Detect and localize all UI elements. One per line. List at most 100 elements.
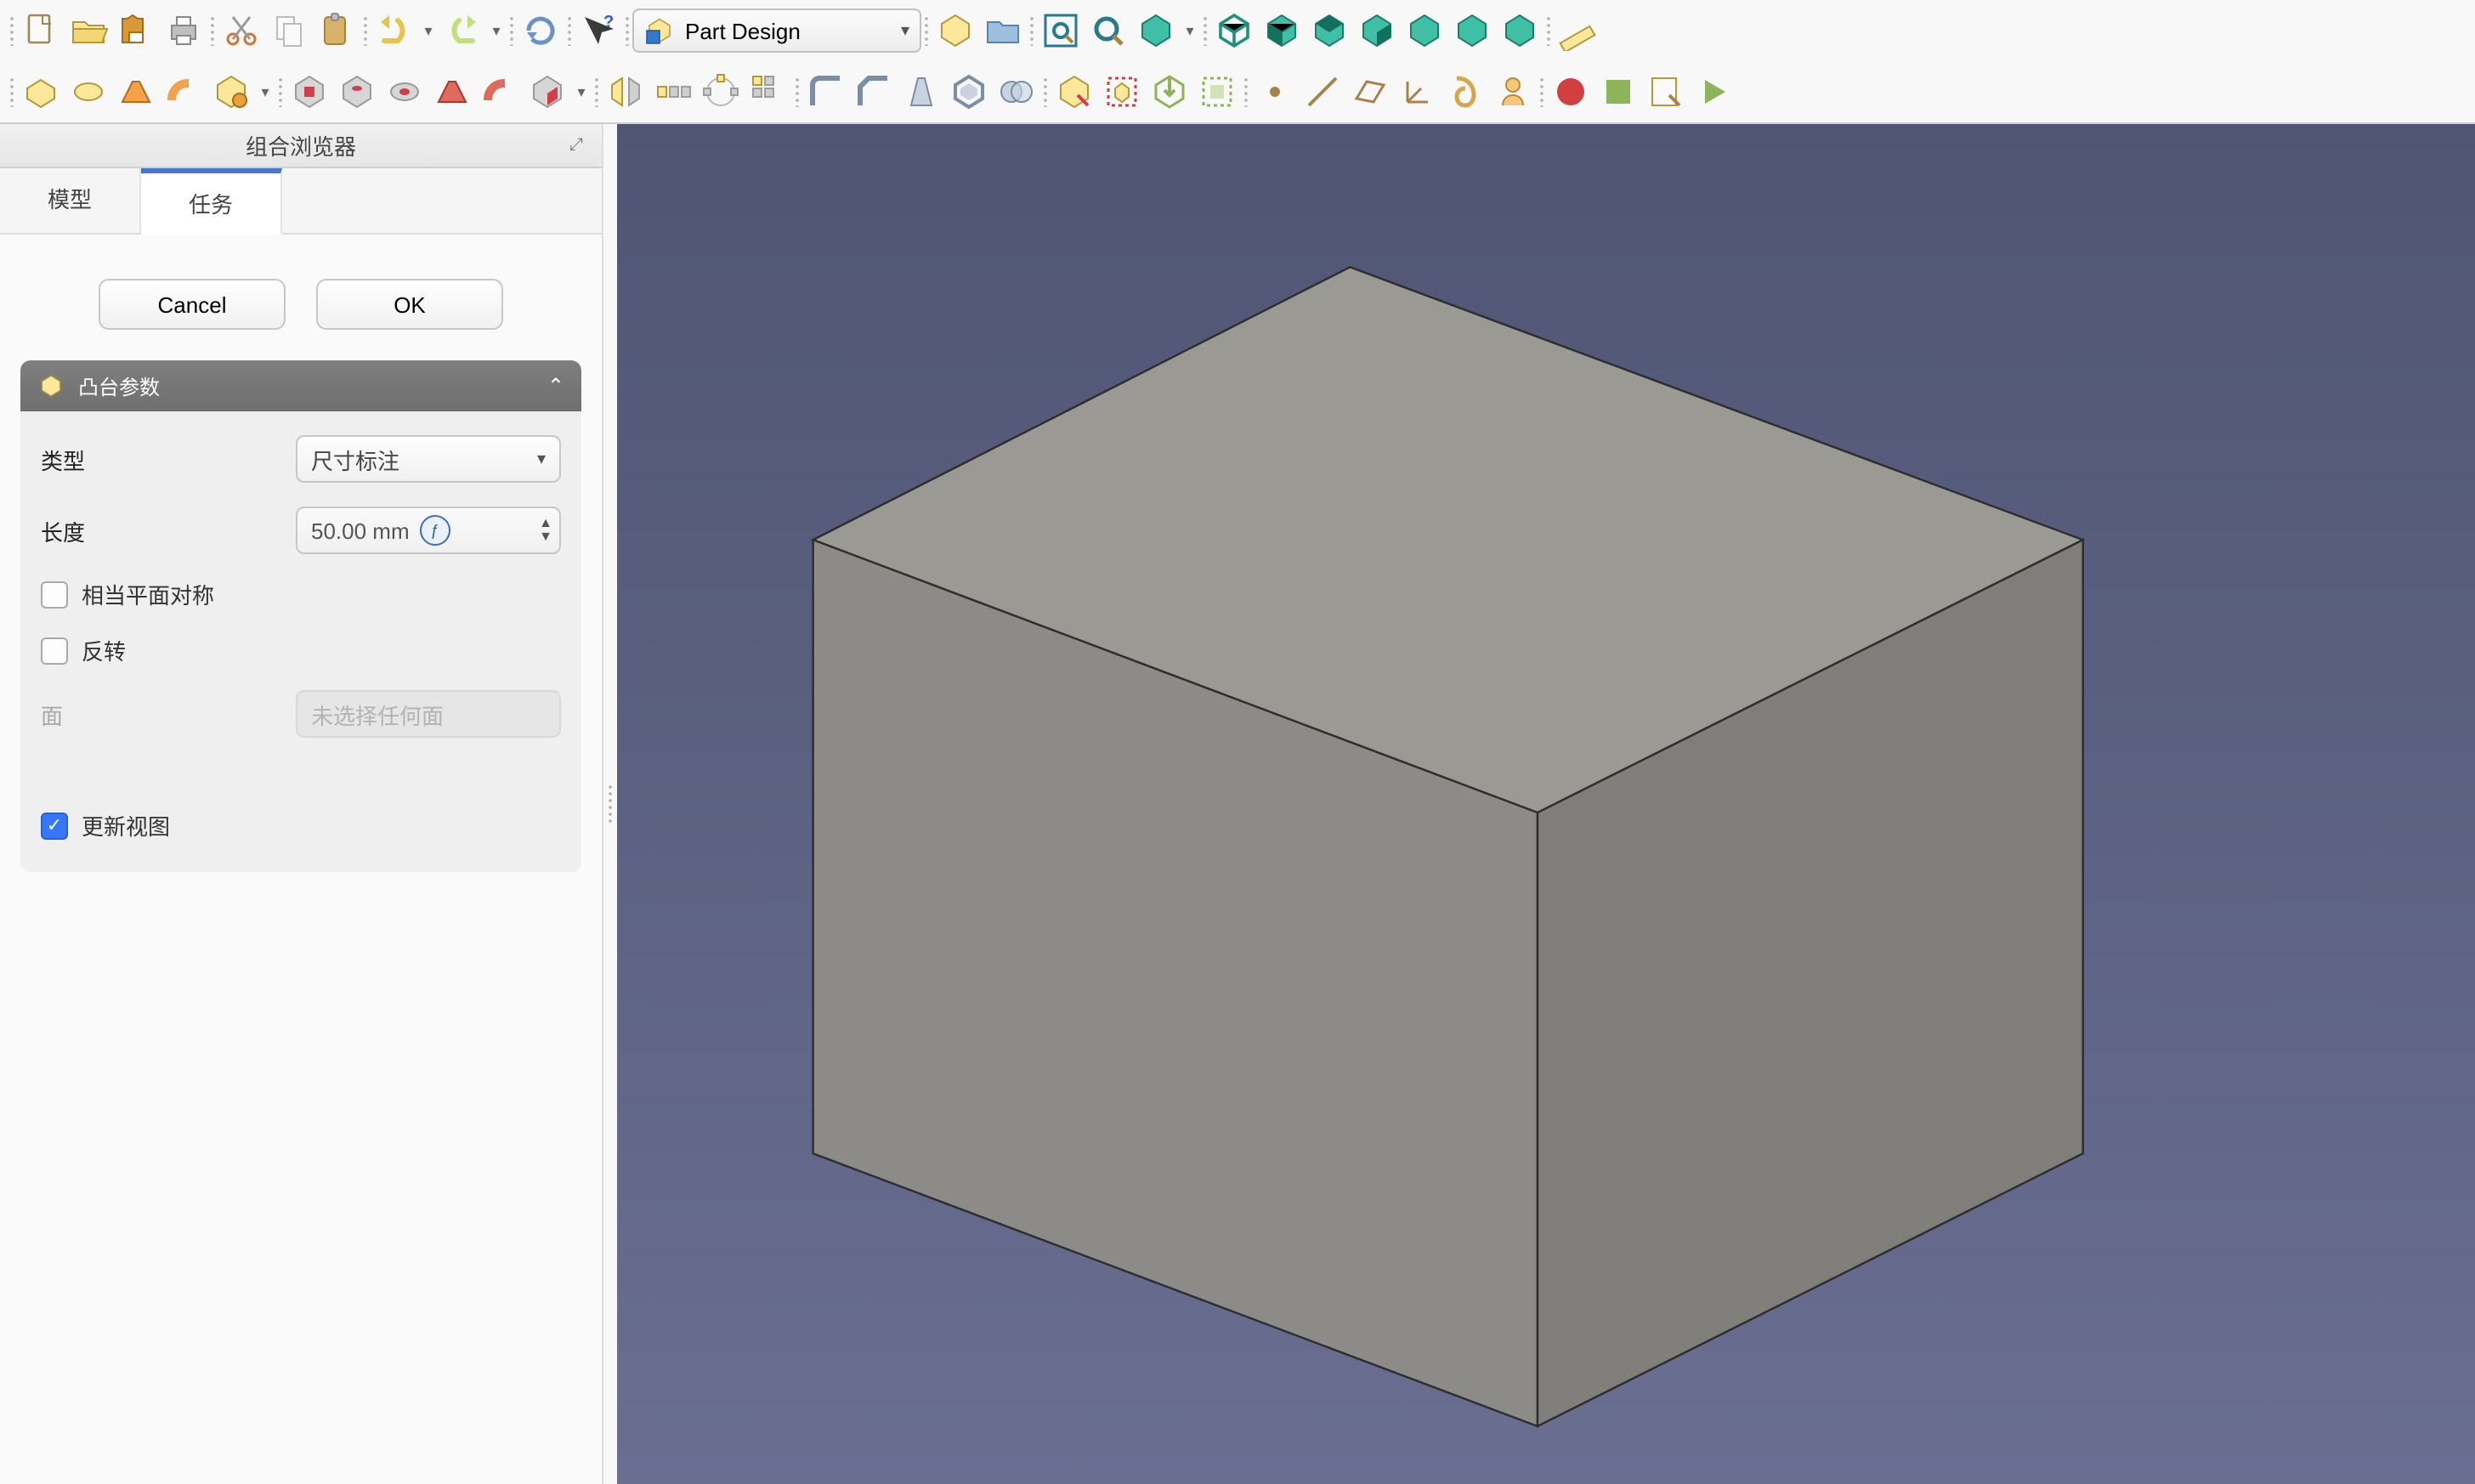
copy-icon[interactable] [265, 7, 313, 54]
cut-icon[interactable] [218, 7, 265, 54]
shape-binder-icon[interactable] [1441, 68, 1489, 116]
svg-text:?: ? [603, 13, 614, 31]
polar-pattern-icon[interactable] [697, 68, 745, 116]
ok-button[interactable]: OK [316, 279, 503, 330]
additive-primitive-icon[interactable] [207, 68, 255, 116]
macro-run-icon[interactable] [1690, 68, 1737, 116]
draw-style-dropdown-icon[interactable]: ▾ [1180, 7, 1200, 54]
macro-stop-icon[interactable] [1594, 68, 1642, 116]
save-icon[interactable] [112, 7, 160, 54]
subtractive-primitive-icon[interactable] [524, 68, 571, 116]
groove-icon[interactable] [381, 68, 428, 116]
pad-icon[interactable] [17, 68, 65, 116]
update-view-label: 更新视图 [82, 809, 170, 841]
update-view-checkbox[interactable]: ✓ [41, 812, 68, 839]
workbench-label: Part Design [685, 18, 801, 43]
additive-primitive-dropdown-icon[interactable]: ▾ [255, 68, 275, 116]
type-label: 类型 [41, 443, 279, 475]
subtractive-primitive-dropdown-icon[interactable]: ▾ [571, 68, 592, 116]
linear-pattern-icon[interactable] [649, 68, 697, 116]
workbench-selector[interactable]: Part Design ▾ [632, 8, 921, 53]
redo-dropdown-icon[interactable]: ▾ [486, 7, 507, 54]
pad-params-header[interactable]: 凸台参数 ⌃ [20, 360, 581, 411]
zoom-fit-icon[interactable] [1037, 7, 1085, 54]
left-view-icon[interactable] [1496, 7, 1543, 54]
undo-dropdown-icon[interactable]: ▾ [418, 7, 439, 54]
undo-icon[interactable] [371, 7, 418, 54]
chamfer-icon[interactable] [850, 68, 898, 116]
datum-line-icon[interactable] [1299, 68, 1346, 116]
subtractive-pipe-icon[interactable] [476, 68, 524, 116]
cancel-button[interactable]: Cancel [99, 279, 286, 330]
symmetric-checkbox[interactable] [41, 581, 68, 608]
toolbars: ▾ ▾ ? Part Design ▾ ▾ [0, 0, 2475, 124]
revolution-icon[interactable] [65, 68, 112, 116]
panel-minimize-icon[interactable]: ⤢ [561, 133, 592, 157]
fillet-icon[interactable] [802, 68, 850, 116]
part-import-icon[interactable] [1146, 68, 1193, 116]
pocket-icon[interactable] [286, 68, 333, 116]
draw-style-icon[interactable] [1132, 7, 1180, 54]
toolbar-row-2: ▾ ▾ [0, 61, 2475, 122]
hole-icon[interactable] [333, 68, 381, 116]
face-placeholder: 未选择任何面 [311, 698, 444, 730]
datum-point-icon[interactable] [1251, 68, 1299, 116]
macro-edit-icon[interactable] [1642, 68, 1690, 116]
multi-transform-icon[interactable] [745, 68, 792, 116]
print-icon[interactable] [160, 7, 207, 54]
body-create-icon[interactable] [1098, 68, 1146, 116]
combo-view-panel: 组合浏览器 ⤢ 模型 任务 Cancel OK 凸台参数 ⌃ [0, 124, 603, 1484]
part-create-icon[interactable] [932, 7, 979, 54]
face-label: 面 [41, 698, 279, 730]
collapse-icon[interactable]: ⌃ [547, 374, 564, 398]
subtractive-loft-icon[interactable] [428, 68, 476, 116]
redo-icon[interactable] [439, 7, 486, 54]
additive-loft-icon[interactable] [112, 68, 160, 116]
body-activate-icon[interactable] [1193, 68, 1241, 116]
boolean-icon[interactable] [993, 68, 1040, 116]
draft-icon[interactable] [898, 68, 945, 116]
top-view-icon[interactable] [1305, 7, 1353, 54]
bottom-view-icon[interactable] [1448, 7, 1496, 54]
rear-view-icon[interactable] [1401, 7, 1448, 54]
panel-tabs: 模型 任务 [0, 168, 602, 235]
length-value: 50.00 mm [311, 518, 410, 543]
mirror-icon[interactable] [602, 68, 649, 116]
zoom-sel-icon[interactable] [1085, 7, 1132, 54]
tab-tasks[interactable]: 任务 [141, 168, 282, 235]
right-view-icon[interactable] [1353, 7, 1401, 54]
panel-title-bar: 组合浏览器 ⤢ [0, 124, 602, 168]
group-create-icon[interactable] [979, 7, 1027, 54]
whats-this-icon[interactable]: ? [575, 7, 622, 54]
pad-params-title: 凸台参数 [78, 371, 160, 400]
spin-down-icon[interactable]: ▼ [539, 530, 552, 544]
tab-model[interactable]: 模型 [0, 168, 141, 233]
front-view-icon[interactable] [1258, 7, 1305, 54]
datum-plane-icon[interactable] [1346, 68, 1394, 116]
additive-pipe-icon[interactable] [160, 68, 207, 116]
panel-splitter[interactable] [603, 124, 617, 1484]
toolbar-row-1: ▾ ▾ ? Part Design ▾ ▾ [0, 0, 2475, 61]
expression-icon[interactable]: ƒ [420, 515, 450, 546]
type-value: 尺寸标注 [311, 443, 399, 475]
clone-icon[interactable] [1489, 68, 1537, 116]
thickness-icon[interactable] [945, 68, 993, 116]
body-migrate-icon[interactable] [1051, 68, 1098, 116]
open-file-icon[interactable] [65, 7, 112, 54]
panel-title: 组合浏览器 [246, 129, 356, 161]
iso-view-icon[interactable] [1210, 7, 1258, 54]
length-input[interactable]: 50.00 mm ƒ ▲ ▼ [296, 507, 561, 554]
datum-cs-icon[interactable] [1394, 68, 1441, 116]
type-combo[interactable]: 尺寸标注 ▾ [296, 435, 561, 483]
refresh-icon[interactable] [517, 7, 564, 54]
reverse-label: 反转 [82, 634, 126, 666]
macro-record-icon[interactable] [1547, 68, 1594, 116]
face-input: 未选择任何面 [296, 690, 561, 738]
paste-icon[interactable] [313, 7, 360, 54]
measure-icon[interactable] [1554, 7, 1601, 54]
reverse-checkbox[interactable] [41, 637, 68, 664]
3d-viewport[interactable] [617, 124, 2475, 1484]
pad-params-body: 类型 尺寸标注 ▾ 长度 50.00 mm ƒ ▲ [20, 411, 581, 872]
symmetric-label: 相当平面对称 [82, 578, 214, 610]
new-file-icon[interactable] [17, 7, 65, 54]
